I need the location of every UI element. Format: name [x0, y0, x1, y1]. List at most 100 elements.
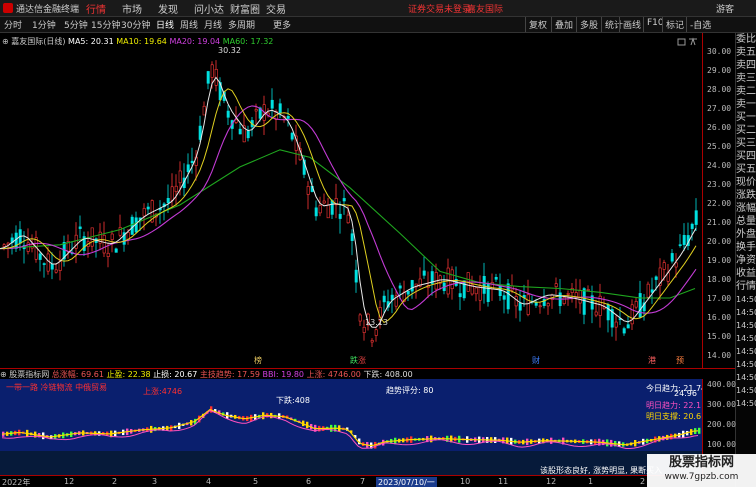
button-overlay[interactable]: 叠加	[551, 17, 576, 32]
price-tick: 29.00	[707, 66, 732, 75]
tab-30min[interactable]: 30分钟	[121, 18, 150, 31]
candle-body	[494, 277, 498, 280]
window-icon[interactable]	[677, 38, 686, 46]
date-tick: 7	[360, 477, 366, 486]
candle-body	[350, 233, 354, 241]
price-tick: 18.00	[707, 275, 732, 284]
event-marker[interactable]: 跌	[350, 355, 358, 365]
candle-body	[526, 294, 530, 315]
candle-body	[142, 208, 146, 217]
candle-body	[206, 71, 210, 84]
candle-body	[46, 253, 50, 272]
trade-time: 14:50	[736, 386, 756, 395]
event-marker[interactable]: 涨	[358, 355, 366, 365]
tab-intraday[interactable]: 分时	[4, 18, 22, 31]
candle-body	[238, 128, 242, 135]
indicator-name[interactable]: 股票指标网	[9, 370, 49, 379]
price-tick: 17.00	[707, 294, 732, 303]
tab-monthly[interactable]: 月线	[204, 18, 222, 31]
candlestick-chart[interactable]: 30.32 13.13 榜 跌涨 财 港 预	[0, 33, 735, 368]
event-marker[interactable]: 榜	[254, 355, 262, 365]
quote-field-label: 净资	[736, 255, 756, 266]
indicator-tick: 300.00	[707, 400, 736, 409]
candle-body	[278, 103, 282, 114]
watermark-url: www.7gpzb.com	[664, 472, 739, 482]
sector-slogan: 一带一路 冷链物流 中俄贸易	[6, 382, 107, 392]
button-watchlist[interactable]: -自选	[686, 17, 714, 32]
button-multi-stock[interactable]: 多股	[576, 17, 601, 32]
candle-body	[286, 115, 290, 119]
quote-field-label: 买二	[736, 125, 756, 136]
event-marker[interactable]: 港	[648, 355, 656, 365]
take-profit: 止盈: 22.38	[106, 370, 151, 379]
menu-market[interactable]: 市场	[122, 1, 158, 16]
candle-body	[662, 262, 666, 270]
quote-field-label: 现价	[736, 177, 756, 188]
tab-15min[interactable]: 15分钟	[91, 18, 120, 31]
candle-body	[358, 314, 362, 322]
pin-icon[interactable]	[689, 37, 697, 46]
button-draw[interactable]: 画线	[619, 17, 644, 32]
tab-multi-period[interactable]: 多周期	[228, 18, 255, 31]
tab-daily[interactable]: 日线	[156, 18, 174, 31]
date-tick: 2	[112, 477, 118, 486]
date-tick: 2	[640, 477, 646, 486]
candle-body	[178, 170, 182, 184]
menu-assistant[interactable]: 问小达	[194, 1, 230, 16]
quote-field-label: 卖三	[736, 73, 756, 84]
quote-field-label: 外盘	[736, 229, 756, 240]
down-label: 下跌:408	[276, 395, 310, 405]
candle-body	[578, 290, 582, 304]
candle-body	[38, 253, 42, 260]
candle-body	[458, 293, 462, 298]
candle-body	[78, 226, 82, 229]
date-tick: 1	[588, 477, 594, 486]
indicator-chart[interactable]: 一带一路 冷链物流 中俄贸易 上涨:4746 下跌:408 趋势评分: 80 今…	[0, 379, 702, 475]
candle-body	[170, 186, 174, 201]
tab-5min[interactable]: 5分钟	[64, 18, 88, 31]
candle-body	[114, 248, 118, 253]
quote-field-label: 买四	[736, 151, 756, 162]
menu-quotes[interactable]: 行情	[86, 1, 122, 16]
guest-label[interactable]: 游客	[716, 2, 734, 15]
login-notice[interactable]: 证券交易未登录	[408, 2, 471, 15]
candle-body	[566, 293, 570, 295]
menu-discover[interactable]: 发现	[158, 1, 194, 16]
tab-more[interactable]: 更多	[273, 18, 291, 31]
quote-field-label: 卖五	[736, 47, 756, 58]
candle-body	[690, 223, 694, 229]
event-marker[interactable]: 预	[676, 355, 684, 365]
candle-body	[538, 305, 542, 308]
button-restore-rights[interactable]: 复权	[525, 17, 550, 32]
candle-body	[346, 214, 350, 224]
app-logo-icon	[3, 3, 13, 13]
high-annotation: 30.32	[218, 46, 241, 55]
candle-body	[314, 207, 318, 217]
date-tick: 10	[460, 477, 471, 486]
quote-side-panel: 委比 卖五 卖四 卖三 卖二 卖一 买一 买二 买三 买四 买五 现价 涨跌 涨幅 总量 外盘 换手 净资 收益 行情…	[735, 33, 756, 487]
tab-1min[interactable]: 1分钟	[32, 18, 56, 31]
candle-body	[354, 269, 358, 283]
quote-field-label: 卖一	[736, 99, 756, 110]
stock-name[interactable]: 嘉友国际(日线)	[11, 37, 65, 46]
date-tick: 12	[546, 477, 557, 486]
menu-wealth[interactable]: 财富圈	[230, 1, 266, 16]
trade-time: 14:50	[736, 347, 756, 356]
price-tick: 25.00	[707, 142, 732, 151]
candle-body	[374, 329, 378, 336]
menu-trade[interactable]: 交易	[266, 1, 302, 16]
price-tick: 26.00	[707, 123, 732, 132]
price-tick: 14.00	[707, 351, 732, 360]
down-count: 下跌: 408.00	[363, 370, 413, 379]
candle-body	[406, 290, 410, 295]
candle-body	[290, 132, 294, 140]
candle-body	[270, 99, 274, 109]
tab-weekly[interactable]: 周线	[180, 18, 198, 31]
event-marker[interactable]: 财	[532, 355, 540, 365]
candle-body	[502, 295, 506, 300]
button-mark[interactable]: 标记	[662, 17, 687, 32]
total-gain: 总涨幅: 69.61	[51, 370, 104, 379]
power-value: 24.96	[674, 389, 697, 398]
candle-body	[630, 304, 634, 325]
price-axis: 30.00 29.00 28.00 27.00 26.00 25.00 24.00 23.00…	[702, 33, 735, 368]
